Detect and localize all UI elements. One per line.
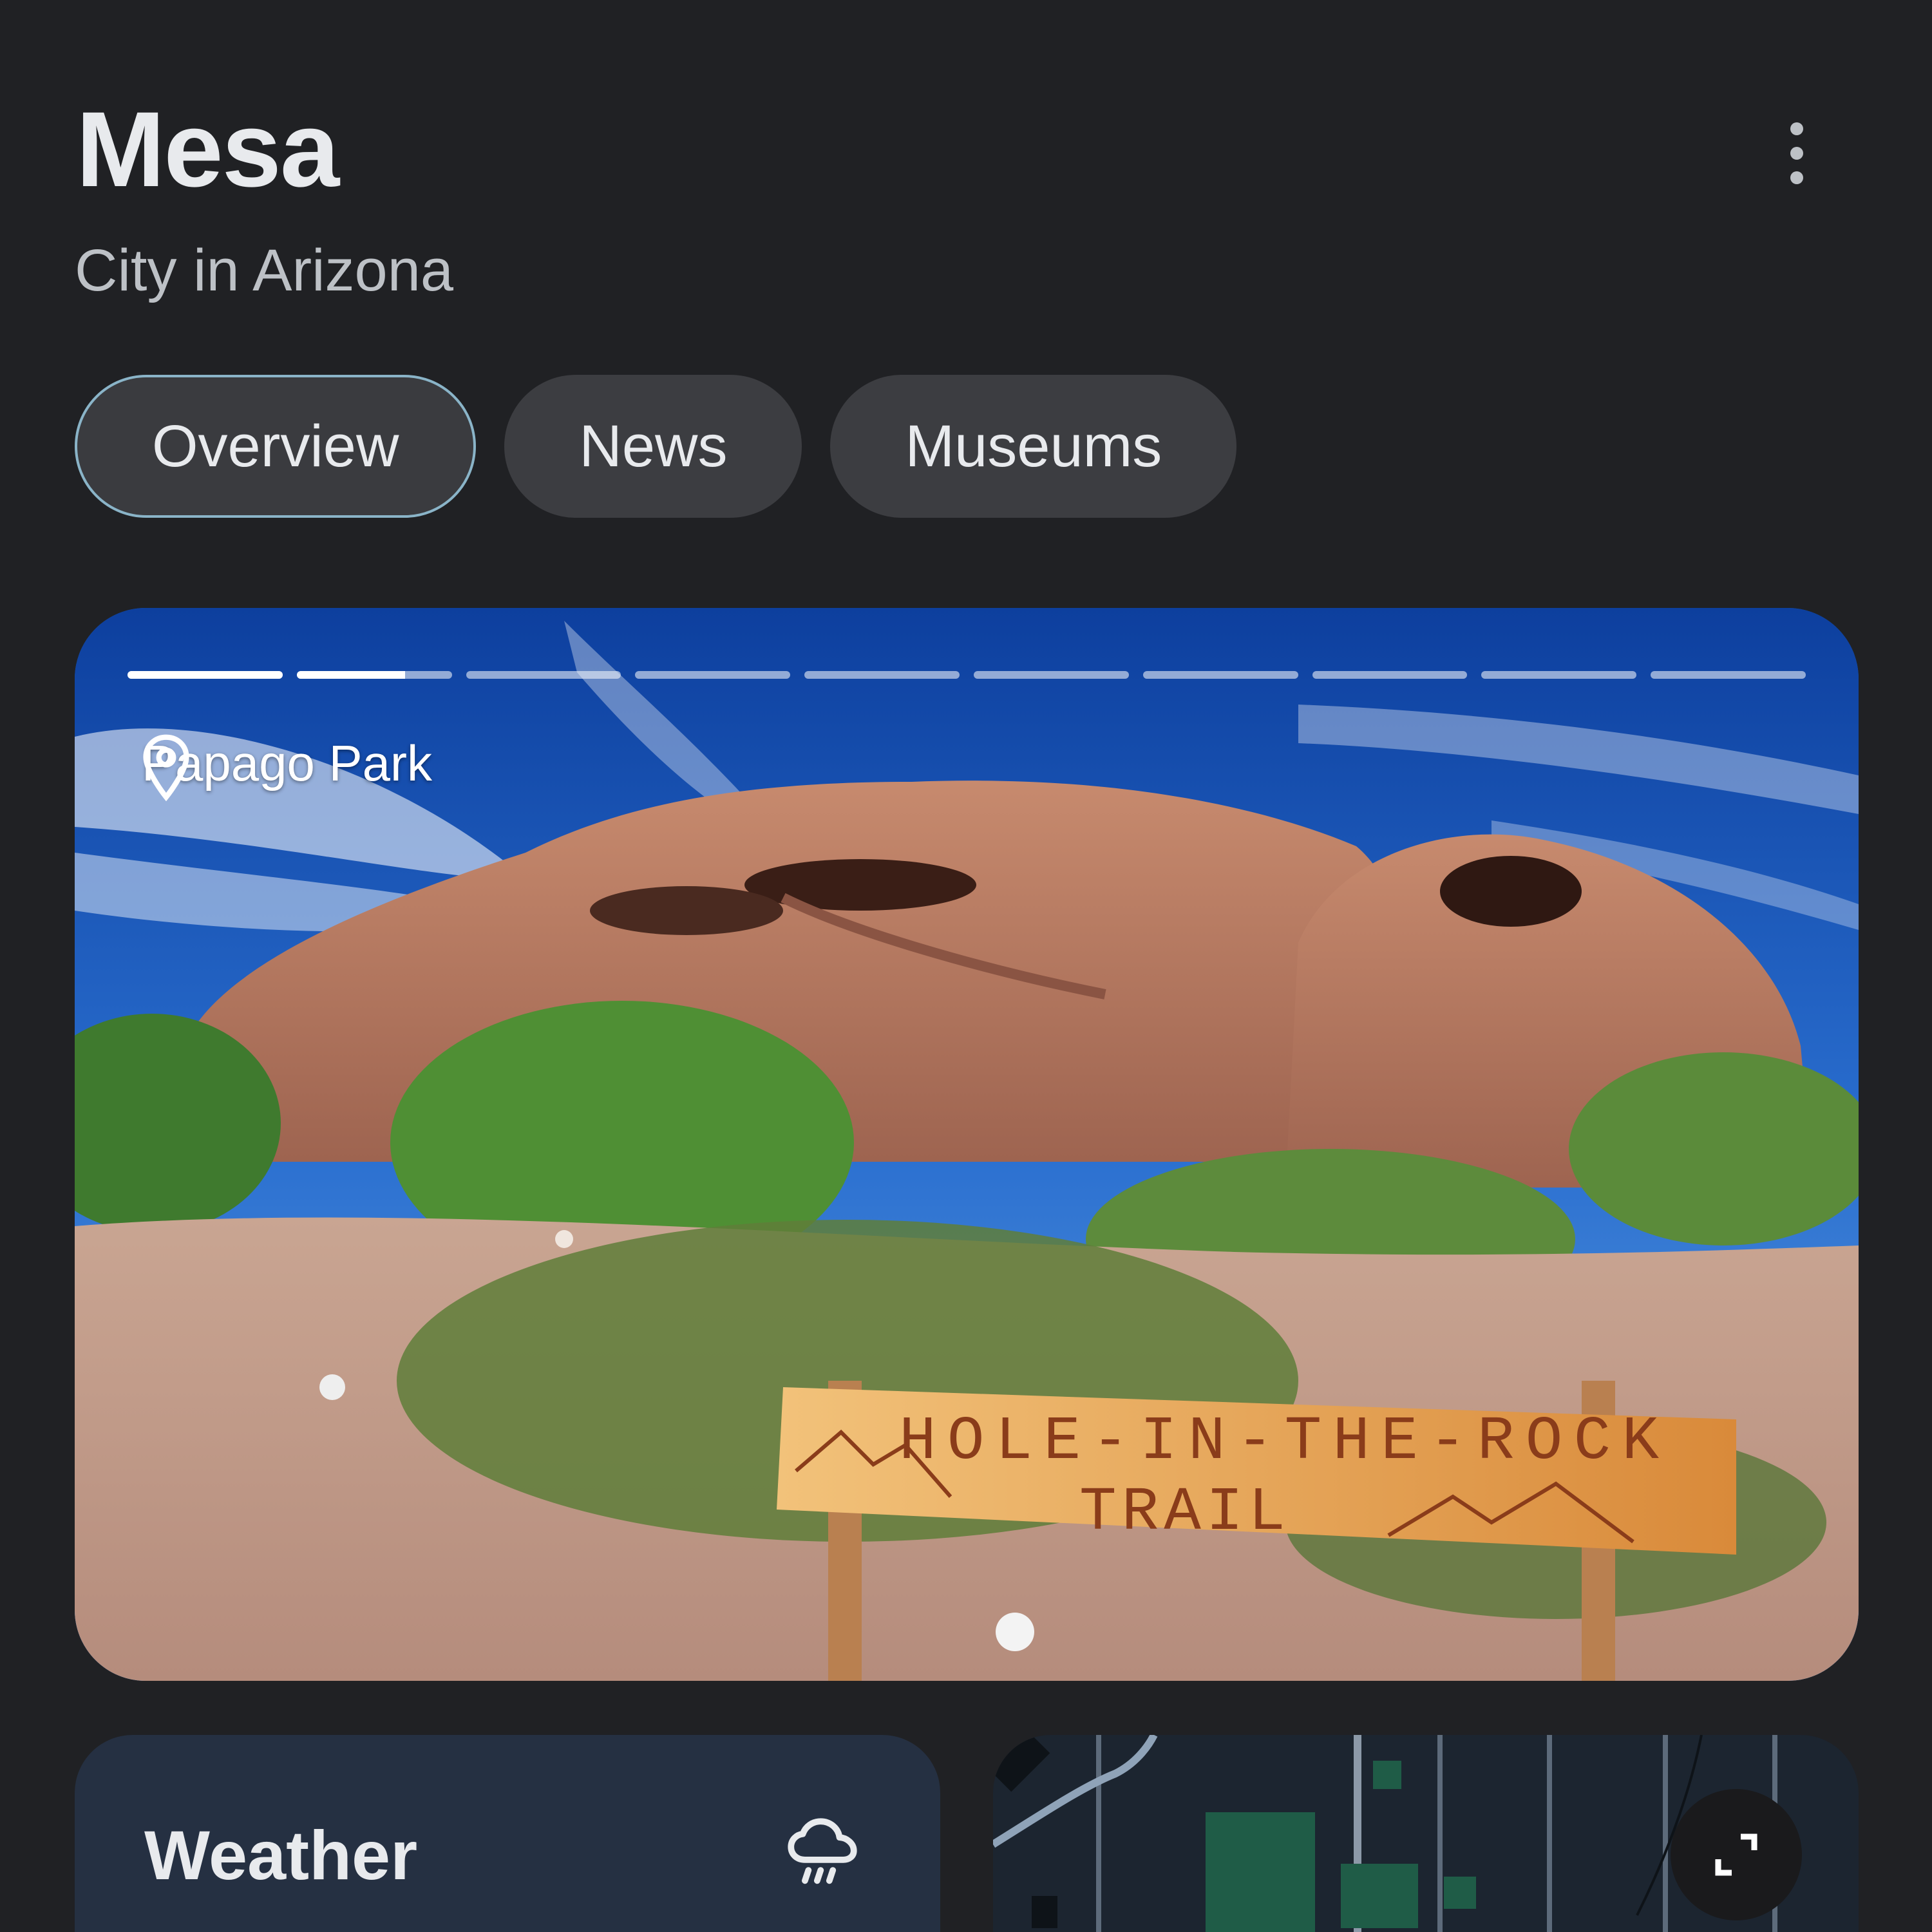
location-label[interactable]: Papago Park bbox=[142, 734, 432, 801]
svg-text:TRAIL: TRAIL bbox=[1079, 1477, 1285, 1548]
tab-bar: Overview News Museums bbox=[75, 375, 1237, 518]
tab-overview[interactable]: Overview bbox=[75, 375, 477, 518]
progress-segment bbox=[973, 671, 1129, 679]
hero-image-carousel[interactable]: HOLE-IN-THE-ROCK TRAIL Papago Park bbox=[75, 608, 1859, 1681]
map-pin-icon bbox=[143, 734, 189, 801]
progress-segment bbox=[1651, 671, 1806, 679]
progress-segment bbox=[1142, 671, 1298, 679]
tab-news[interactable]: News bbox=[504, 375, 802, 518]
progress-segment-current bbox=[296, 671, 452, 679]
progress-segment bbox=[128, 671, 283, 679]
more-vert-icon-dot bbox=[1790, 171, 1803, 184]
knowledge-panel: Mesa City in Arizona Overview News Museu… bbox=[0, 0, 1932, 1932]
tab-museums[interactable]: Museums bbox=[830, 375, 1237, 518]
page-title: Mesa bbox=[76, 90, 339, 209]
more-options-button[interactable] bbox=[1770, 113, 1824, 193]
expand-icon bbox=[1715, 1833, 1757, 1876]
rain-cloud-icon bbox=[788, 1818, 857, 1884]
progress-segment bbox=[804, 671, 960, 679]
weather-card[interactable]: Weather bbox=[75, 1735, 940, 1932]
map-expand-button[interactable] bbox=[1671, 1789, 1802, 1920]
progress-segment bbox=[635, 671, 791, 679]
progress-segment bbox=[1481, 671, 1637, 679]
weather-title: Weather bbox=[144, 1816, 418, 1894]
carousel-progress bbox=[128, 671, 1806, 680]
map-card[interactable] bbox=[993, 1735, 1859, 1932]
progress-segment bbox=[1312, 671, 1468, 679]
page-subtitle: City in Arizona bbox=[75, 238, 454, 303]
more-vert-icon bbox=[1790, 122, 1803, 135]
progress-segment bbox=[466, 671, 621, 679]
more-vert-icon-dot bbox=[1790, 147, 1803, 160]
